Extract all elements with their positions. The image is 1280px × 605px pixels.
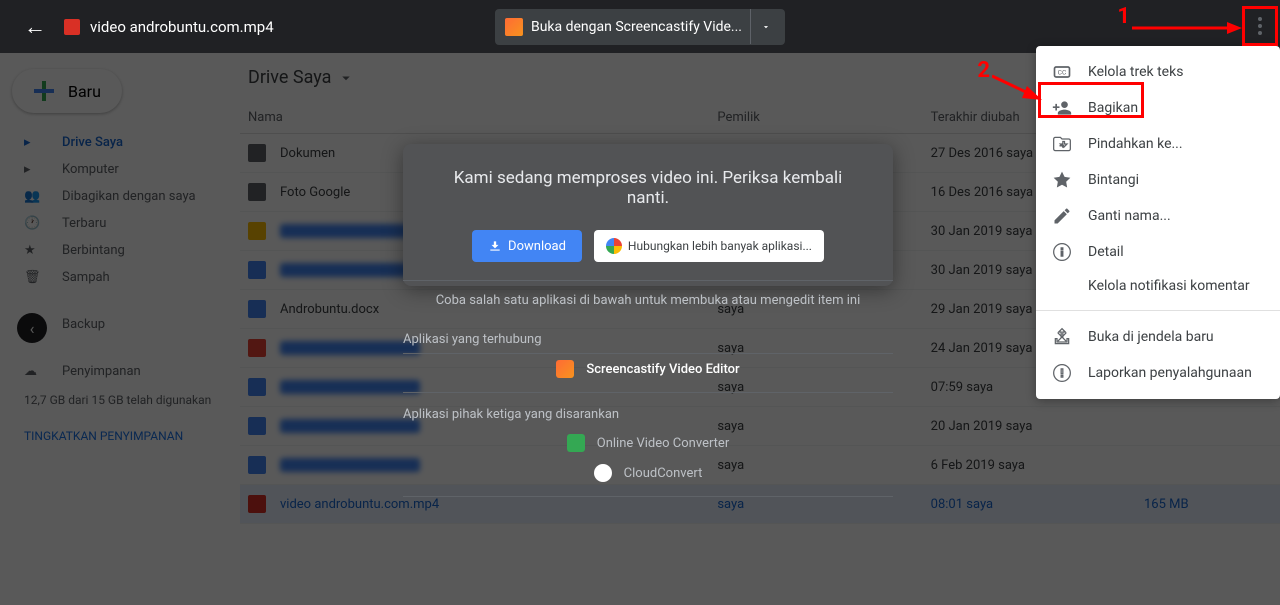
annotation-arrow-1 xyxy=(1132,20,1242,40)
app-screencastify[interactable]: Screencastify Video Editor xyxy=(403,354,893,384)
processing-dialog: Kami sedang memproses video ini. Periksa… xyxy=(403,144,893,286)
cc-icon: CC xyxy=(1052,62,1072,82)
menu-rename[interactable]: Ganti nama... xyxy=(1036,198,1280,234)
annotation-arrow-2 xyxy=(992,72,1042,102)
menu-report[interactable]: Laporkan penyalahgunaan xyxy=(1036,355,1280,391)
app-cloudconvert[interactable]: CloudConvert xyxy=(403,458,893,488)
folder-move-icon xyxy=(1052,134,1072,154)
back-arrow-icon[interactable]: ← xyxy=(24,14,46,40)
annotation-box-1 xyxy=(1242,6,1278,46)
report-icon xyxy=(1052,363,1072,383)
edit-icon xyxy=(1052,206,1072,226)
cloudconvert-icon xyxy=(594,464,612,482)
menu-open-new-window[interactable]: Buka di jendela baru xyxy=(1036,319,1280,355)
svg-text:CC: CC xyxy=(1058,69,1067,77)
info-icon xyxy=(1052,242,1072,262)
connect-apps-button[interactable]: Hubungkan lebih banyak aplikasi... xyxy=(594,230,824,262)
annotation-label-1: 1 xyxy=(1117,4,1130,29)
suggested-apps-label: Aplikasi pihak ketiga yang disarankan xyxy=(403,401,893,428)
apps-hint: Coba salah satu aplikasi di bawah untuk … xyxy=(403,280,893,326)
menu-details[interactable]: Detail xyxy=(1036,234,1280,270)
open-with-dropdown[interactable] xyxy=(750,9,781,44)
dialog-title: Kami sedang memproses video ini. Periksa… xyxy=(431,168,865,208)
menu-star[interactable]: Bintangi xyxy=(1036,162,1280,198)
menu-manage-notifications[interactable]: Kelola notifikasi komentar xyxy=(1036,270,1280,302)
open-with-button[interactable]: Buka dengan Screencastify Vide... xyxy=(495,9,785,45)
star-icon xyxy=(1052,170,1072,190)
ovc-icon xyxy=(567,434,585,452)
app-online-video-converter[interactable]: Online Video Converter xyxy=(403,428,893,458)
menu-move[interactable]: Pindahkan ke... xyxy=(1036,126,1280,162)
screencastify-icon xyxy=(505,18,523,36)
screencastify-icon xyxy=(556,360,574,378)
download-button[interactable]: Download xyxy=(472,230,582,262)
annotation-box-2 xyxy=(1038,82,1144,118)
apps-section: Coba salah satu aplikasi di bawah untuk … xyxy=(403,280,893,505)
open-new-icon xyxy=(1052,327,1072,347)
google-icon xyxy=(606,238,622,254)
connected-apps-label: Aplikasi yang terhubung xyxy=(403,326,893,354)
file-title: video androbuntu.com.mp4 xyxy=(90,18,274,36)
annotation-label-2: 2 xyxy=(977,58,990,83)
video-file-icon xyxy=(64,19,80,35)
